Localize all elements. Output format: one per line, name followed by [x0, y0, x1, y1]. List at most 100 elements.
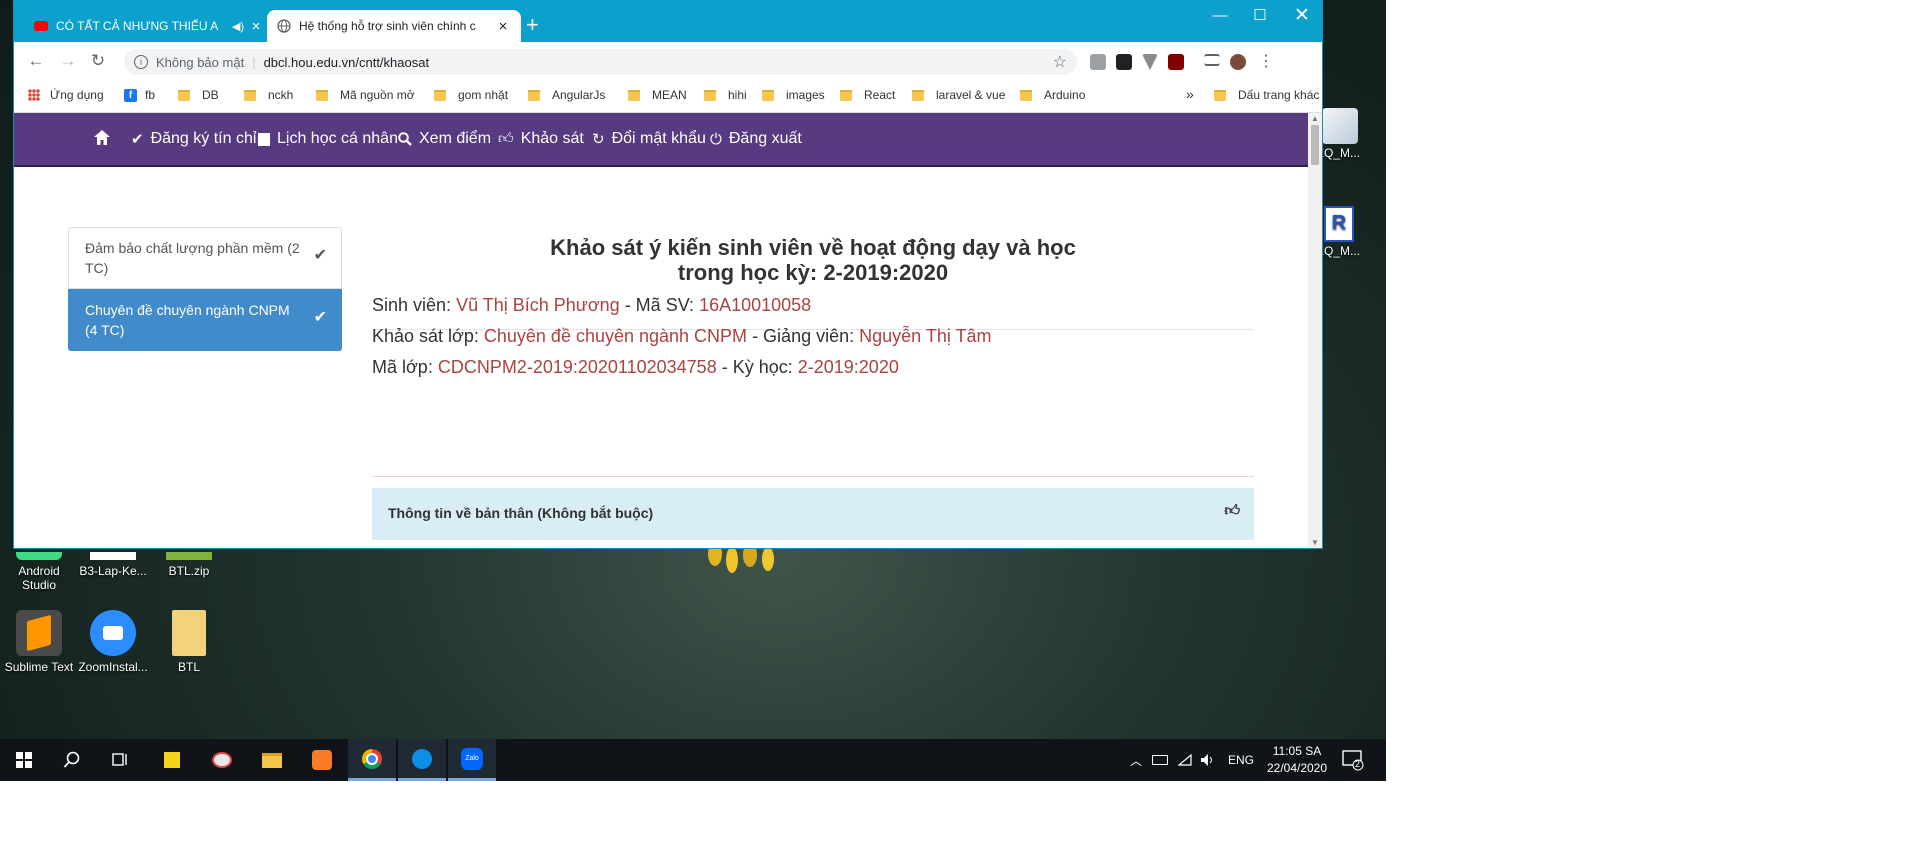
- camera-icon[interactable]: [1090, 54, 1106, 70]
- desktop-icon-b3[interactable]: B3-Lap-Ke...: [74, 552, 152, 578]
- course-item-cdcn-cnpm[interactable]: Chuyên đề chuyên ngành CNPM (4 TC) ✔: [68, 289, 342, 351]
- more-menu-icon[interactable]: ⋮: [1258, 51, 1274, 71]
- class-info-line: Khảo sát lớp: Chuyên đề chuyên ngành CNP…: [372, 326, 992, 347]
- desktop-icon-eq1[interactable]: EQ_M...: [1316, 108, 1376, 160]
- notification-icon: [1342, 750, 1364, 771]
- tab-strip: CÓ TẤT CẢ NHƯNG THIẾU A ◀) × Hệ thống hỗ…: [14, 0, 1322, 42]
- desktop-icon-eq2[interactable]: R EQ_M...: [1316, 206, 1376, 258]
- desktop-icon-btl-zip[interactable]: BTL.zip: [150, 552, 228, 578]
- close-window-button[interactable]: ✕: [1282, 4, 1322, 28]
- language-indicator[interactable]: ENG: [1228, 739, 1254, 781]
- student-info-line: Sinh viên: Vũ Thị Bích Phương - Mã SV: 1…: [372, 295, 811, 316]
- task-view-icon: [112, 753, 127, 766]
- taskbar-chrome[interactable]: [348, 739, 396, 781]
- nav-doi-mat-khau[interactable]: ↻ Đổi mật khẩu: [592, 130, 706, 148]
- course-item-dbclpm[interactable]: Đảm bảo chất lượng phần mềm (2 TC) ✔: [68, 227, 342, 289]
- desktop-icon-label: ZoomInstal...: [78, 660, 148, 674]
- page-scrollbar[interactable]: ▲ ▼: [1308, 113, 1322, 548]
- class-code: CDCNPM2-2019:20201102034758: [437, 357, 717, 377]
- close-tab-icon[interactable]: ×: [248, 18, 264, 35]
- vue-devtools-icon[interactable]: [1142, 54, 1158, 70]
- new-tab-button[interactable]: +: [526, 14, 539, 36]
- bookmark-react[interactable]: React: [840, 88, 895, 102]
- folder-icon: [840, 89, 852, 101]
- folder-icon: [172, 610, 206, 656]
- thumbs-up-icon: 👍︎: [498, 130, 514, 147]
- desktop-icon-label: BTL: [177, 660, 200, 674]
- star-icon[interactable]: ☆: [1053, 52, 1067, 72]
- close-tab-icon[interactable]: ×: [495, 18, 511, 35]
- student-name: Vũ Thị Bích Phương: [456, 295, 620, 315]
- taskbar-zalo[interactable]: Zalo: [448, 739, 496, 781]
- network-icon[interactable]: [1178, 739, 1192, 781]
- scroll-down-icon[interactable]: ▼: [1311, 538, 1319, 547]
- forward-button[interactable]: →: [58, 51, 78, 71]
- bookmark-nckh[interactable]: nckh: [244, 88, 293, 102]
- task-view-button[interactable]: [96, 739, 144, 781]
- bookmark-label: Arduino: [1044, 88, 1086, 102]
- calendar-icon: [258, 132, 270, 146]
- bookmark-label: React: [864, 88, 896, 102]
- show-hidden-icons-button[interactable]: ︿: [1130, 739, 1142, 781]
- nav-home[interactable]: [94, 130, 110, 145]
- desktop-icon-android-studio[interactable]: Android Studio: [0, 552, 78, 592]
- scrollbar-thumb[interactable]: [1311, 125, 1319, 165]
- tab-title: Hệ thống hỗ trợ sinh viên chính c: [299, 19, 476, 33]
- taskbar-teamviewer[interactable]: [398, 739, 446, 781]
- tab-youtube[interactable]: CÓ TẤT CẢ NHƯNG THIẾU A ◀) ×: [24, 10, 274, 42]
- address-bar[interactable]: i Không bảo mật | dbcl.hou.edu.vn/cntt/k…: [124, 49, 1077, 75]
- desktop-icon-sublime[interactable]: Sublime Text: [0, 610, 78, 674]
- extension-icon[interactable]: [1116, 54, 1132, 70]
- taskbar-file-explorer[interactable]: [248, 739, 296, 781]
- bookmark-mean[interactable]: MEAN: [628, 88, 687, 102]
- chevron-up-icon: ︿: [1130, 753, 1143, 768]
- bookmark-apps[interactable]: Ứng dụng: [28, 88, 104, 102]
- start-button[interactable]: [0, 739, 48, 781]
- bookmark-other[interactable]: Dấu trang khác: [1214, 88, 1319, 102]
- nav-dang-ky-tin-chi[interactable]: ✔ Đăng ký tín chỉ: [131, 130, 256, 148]
- maximize-button[interactable]: ☐: [1240, 4, 1280, 28]
- nav-xem-diem[interactable]: Xem điểm: [398, 130, 491, 148]
- action-center-button[interactable]: 2: [1342, 749, 1364, 771]
- scroll-up-icon[interactable]: ▲: [1311, 114, 1319, 123]
- personal-info-panel[interactable]: Thông tin về bản thân (Không bắt buộc) 👍…: [372, 488, 1254, 540]
- media-control-icon[interactable]: [1204, 54, 1220, 66]
- profile-avatar[interactable]: [1230, 54, 1246, 70]
- nav-label: Đổi mật khẩu: [611, 130, 706, 147]
- tab-active[interactable]: Hệ thống hỗ trợ sinh viên chính c ×: [267, 10, 521, 42]
- bookmark-fb[interactable]: f fb: [124, 88, 155, 102]
- student-id: 16A10010058: [699, 295, 812, 315]
- volume-icon[interactable]: [1200, 739, 1216, 781]
- bookmark-arduino[interactable]: Arduino: [1020, 88, 1085, 102]
- battery-icon[interactable]: [1152, 739, 1168, 781]
- nav-khao-sat[interactable]: 👍︎ Khảo sát: [498, 130, 584, 148]
- xampp-icon: [312, 750, 332, 770]
- taskbar-xampp[interactable]: [298, 739, 346, 781]
- clock[interactable]: 11:05 SA 22/04/2020: [1260, 743, 1334, 777]
- bookmark-angularjs[interactable]: AngularJs: [528, 88, 605, 102]
- ublock-icon[interactable]: [1168, 54, 1184, 70]
- folder-icon: [628, 89, 640, 101]
- desktop-icon-label: B3-Lap-Ke...: [79, 564, 147, 578]
- nav-dang-xuat[interactable]: ⏻ Đăng xuất: [710, 130, 802, 148]
- facebook-icon: f: [124, 88, 137, 102]
- taskbar-sticky-notes[interactable]: [148, 739, 196, 781]
- bookmark-ma-nguon-mo[interactable]: Mã nguồn mở: [316, 88, 415, 102]
- student-label: Sinh viên:: [372, 295, 452, 315]
- reload-button[interactable]: ↻: [88, 51, 108, 71]
- back-button[interactable]: ←: [26, 51, 46, 71]
- bookmark-laravel-vue[interactable]: laravel & vue: [912, 88, 1005, 102]
- bookmark-hihi[interactable]: hihi: [704, 88, 747, 102]
- bookmark-gom-nhat[interactable]: gom nhặt: [434, 88, 508, 102]
- bookmark-images[interactable]: images: [762, 88, 825, 102]
- class-name: Chuyên đề chuyên ngành CNPM: [483, 326, 748, 346]
- desktop-icon-zoom[interactable]: ZoomInstal...: [74, 610, 152, 674]
- search-button[interactable]: [48, 739, 96, 781]
- info-icon: i: [134, 55, 148, 69]
- bookmarks-overflow-button[interactable]: »: [1186, 86, 1194, 102]
- bookmark-db[interactable]: DB: [178, 88, 219, 102]
- desktop-icon-btl-folder[interactable]: BTL: [150, 610, 228, 674]
- minimize-button[interactable]: —: [1200, 4, 1240, 28]
- taskbar-paint[interactable]: [198, 739, 246, 781]
- nav-lich-hoc[interactable]: Lịch học cá nhân: [258, 130, 398, 148]
